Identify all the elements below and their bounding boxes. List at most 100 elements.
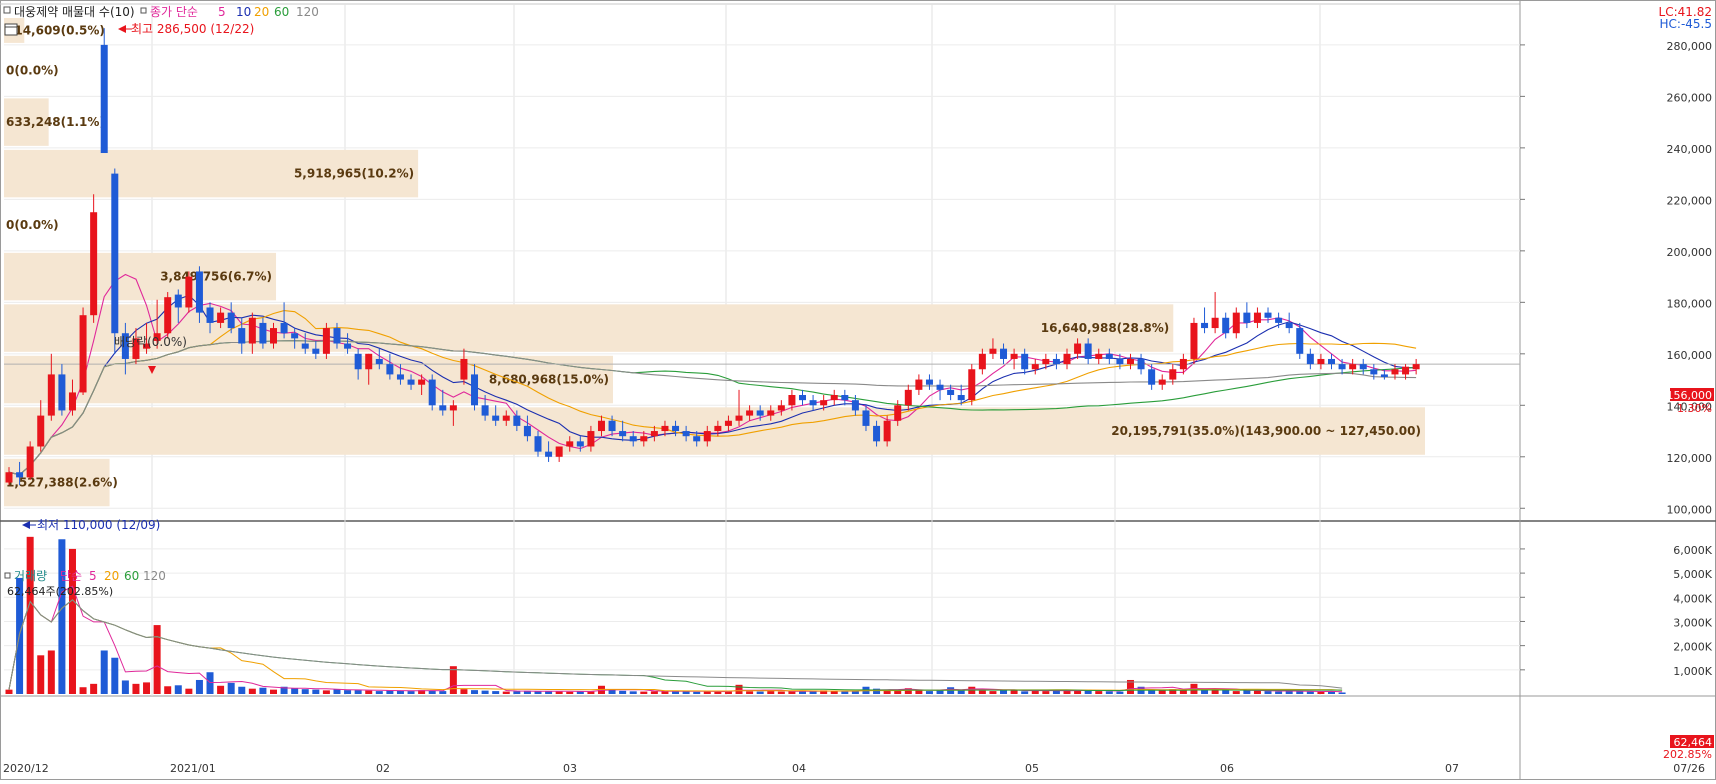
candle-body	[904, 389, 912, 406]
candle-body	[978, 353, 986, 370]
candle-body	[5, 472, 13, 483]
volume-profile-label: 0(0.0%)	[6, 64, 59, 78]
candle-body	[1116, 358, 1124, 365]
candle-body	[1074, 343, 1082, 354]
volume-bar	[756, 691, 764, 694]
candle-body	[1105, 353, 1113, 359]
volume-bar	[1095, 691, 1103, 694]
candle-body	[682, 431, 690, 437]
ma-period-label: 60	[274, 5, 289, 19]
candle-body	[947, 389, 955, 396]
candle-body	[1275, 317, 1283, 323]
volume-bar	[270, 689, 277, 694]
square-icon[interactable]	[140, 7, 147, 14]
candle-body	[174, 294, 182, 308]
candle-body	[238, 328, 246, 344]
volume-bar	[1253, 690, 1261, 694]
candle-body	[227, 312, 235, 329]
x-tick-label: 02	[376, 762, 390, 775]
volume-bar	[37, 655, 45, 694]
candle-body	[47, 374, 55, 416]
candle-body	[777, 405, 785, 411]
volume-bar	[164, 686, 172, 694]
candle-body	[1264, 312, 1272, 318]
volume-bar	[291, 688, 299, 694]
volume-bar	[1042, 691, 1050, 694]
volume-profile-label: 20,195,791(35.0%)(143,900.00 ~ 127,450.0…	[1111, 424, 1421, 438]
candle-body	[449, 405, 457, 411]
volume-bar	[259, 687, 267, 694]
volume-bar	[841, 691, 849, 694]
candle-body	[735, 415, 743, 421]
volume-bar	[1201, 690, 1209, 694]
volume-bar	[354, 690, 362, 694]
candle-body	[164, 297, 172, 334]
volume-bar	[132, 683, 140, 694]
volume-bar	[492, 691, 500, 694]
candle-body	[185, 276, 193, 308]
candle-body	[1412, 364, 1420, 370]
candle-body	[301, 343, 309, 349]
chart-svg: 100,000120,000140,000160,000180,000200,0…	[0, 0, 1716, 780]
volume-profile-label: 1,527,388(2.6%)	[6, 476, 118, 490]
volume-bar	[777, 691, 785, 694]
candle-body	[545, 451, 553, 457]
volume-bar	[1338, 692, 1346, 694]
volume-tick-label: 2,000K	[1673, 641, 1712, 654]
ma-period-label: 10	[236, 5, 251, 19]
volume-tick-label: 1,000K	[1673, 665, 1712, 678]
volume-bar	[121, 680, 129, 694]
price-tick-label: 240,000	[1667, 143, 1713, 156]
ma-period-label: 120	[296, 5, 319, 19]
candle-body	[1201, 322, 1209, 329]
volume-bar	[714, 691, 722, 694]
volume-bar	[1000, 690, 1008, 694]
volume-bar	[248, 688, 256, 694]
candle-body	[1169, 369, 1177, 380]
volume-bar	[566, 691, 574, 694]
price-tick-label: 220,000	[1667, 194, 1713, 207]
candle-body	[1010, 353, 1018, 359]
volume-bar	[735, 684, 743, 694]
volume-bar	[619, 690, 627, 694]
candle-body	[248, 317, 256, 344]
candle-body	[619, 431, 627, 437]
candle-body	[1370, 369, 1378, 375]
candle-body	[1359, 364, 1367, 370]
volume-bar	[650, 691, 658, 694]
candle-body	[809, 400, 817, 406]
ma-label: 종가 단순	[150, 5, 198, 19]
calendar-icon[interactable]	[4, 23, 18, 36]
candle-body	[460, 358, 468, 380]
candle-body	[1211, 317, 1219, 329]
volume-bar	[925, 691, 933, 694]
candle-body	[1232, 312, 1240, 334]
candle-body	[703, 431, 711, 442]
volume-bar	[513, 691, 521, 694]
candle-body	[206, 307, 214, 323]
candle-body	[1222, 317, 1230, 334]
candle-body	[714, 425, 722, 432]
price-tick-label: 260,000	[1667, 91, 1713, 104]
candle-body	[68, 392, 76, 411]
volume-bar	[471, 690, 479, 694]
candle-body	[1253, 312, 1261, 323]
volume-bar	[1105, 691, 1113, 694]
candle-body	[820, 400, 828, 406]
candle-body	[851, 400, 859, 411]
volume-profile-label: 16,640,988(28.8%)	[1041, 321, 1170, 335]
candle-body	[629, 436, 637, 442]
square-icon[interactable]	[3, 6, 11, 14]
candle-body	[830, 395, 838, 401]
volume-bar	[1116, 691, 1124, 694]
candle-body	[597, 420, 605, 432]
candle-body	[915, 379, 923, 390]
volume-bar	[1243, 690, 1251, 694]
square-icon[interactable]	[4, 572, 11, 579]
candle-body	[968, 369, 976, 401]
candle-body	[672, 425, 680, 432]
candle-body	[1000, 348, 1008, 359]
candle-body	[259, 322, 267, 344]
volume-bar	[143, 682, 151, 694]
low-arrow-icon	[22, 521, 30, 529]
